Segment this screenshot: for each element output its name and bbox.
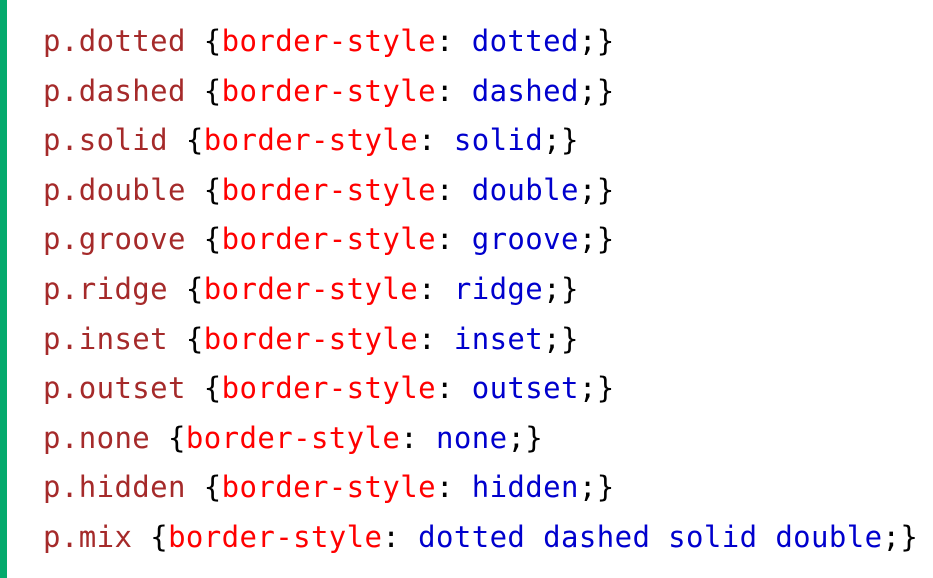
css-selector: p.hidden [43, 470, 186, 505]
css-value: solid [453, 123, 544, 158]
css-selector: p.inset [43, 321, 169, 356]
css-value: double [471, 172, 579, 207]
code-line-hidden: p.hidden {border-style: hidden;} [43, 470, 615, 505]
css-property: border-style [221, 222, 436, 257]
css-property: border-style [203, 271, 419, 306]
css-selector: p.double [43, 172, 186, 207]
css-selector: p.solid [43, 123, 169, 158]
css-selector: p.mix [43, 519, 133, 554]
css-code-lines: p.dotted {border-style: dotted;} p.dashe… [43, 17, 918, 563]
css-value: ridge [453, 271, 544, 306]
code-line-outset: p.outset {border-style: outset;} [43, 371, 615, 406]
code-line-mix: p.mix {border-style: dotted dashed solid… [43, 519, 919, 554]
css-property: border-style [221, 172, 436, 207]
css-property: border-style [185, 420, 401, 455]
code-line-double: p.double {border-style: double;} [43, 172, 615, 207]
css-value: dotted [471, 24, 579, 58]
css-value: hidden [471, 470, 579, 505]
css-selector: p.groove [43, 222, 186, 257]
css-value: dashed [471, 73, 579, 108]
css-selector: p.dashed [43, 73, 186, 108]
css-value: outset [471, 371, 579, 406]
css-selector: p.outset [43, 371, 186, 406]
code-line-dashed: p.dashed {border-style: dashed;} [43, 73, 615, 108]
css-property: border-style [221, 24, 436, 58]
css-value: dotted dashed solid double [418, 519, 883, 554]
css-value: groove [471, 222, 579, 257]
css-property: border-style [221, 73, 436, 108]
code-line-solid: p.solid {border-style: solid;} [43, 123, 579, 158]
code-line-none: p.none {border-style: none;} [43, 420, 544, 455]
code-example-block: p.dotted {border-style: dotted;} p.dashe… [0, 0, 933, 578]
css-value: none [435, 420, 508, 455]
css-property: border-style [221, 470, 436, 505]
css-value: inset [453, 321, 544, 356]
css-selector: p.ridge [43, 271, 169, 306]
code-line-groove: p.groove {border-style: groove;} [43, 222, 615, 257]
code-line-ridge: p.ridge {border-style: ridge;} [43, 271, 579, 306]
css-property: border-style [168, 519, 383, 554]
code-line-dotted: p.dotted {border-style: dotted;} [43, 24, 615, 58]
css-selector: p.none [43, 420, 151, 455]
code-line-inset: p.inset {border-style: inset;} [43, 321, 579, 356]
css-property: border-style [203, 123, 419, 158]
css-selector: p.dotted [43, 24, 186, 58]
css-property: border-style [203, 321, 419, 356]
css-property: border-style [221, 371, 436, 406]
